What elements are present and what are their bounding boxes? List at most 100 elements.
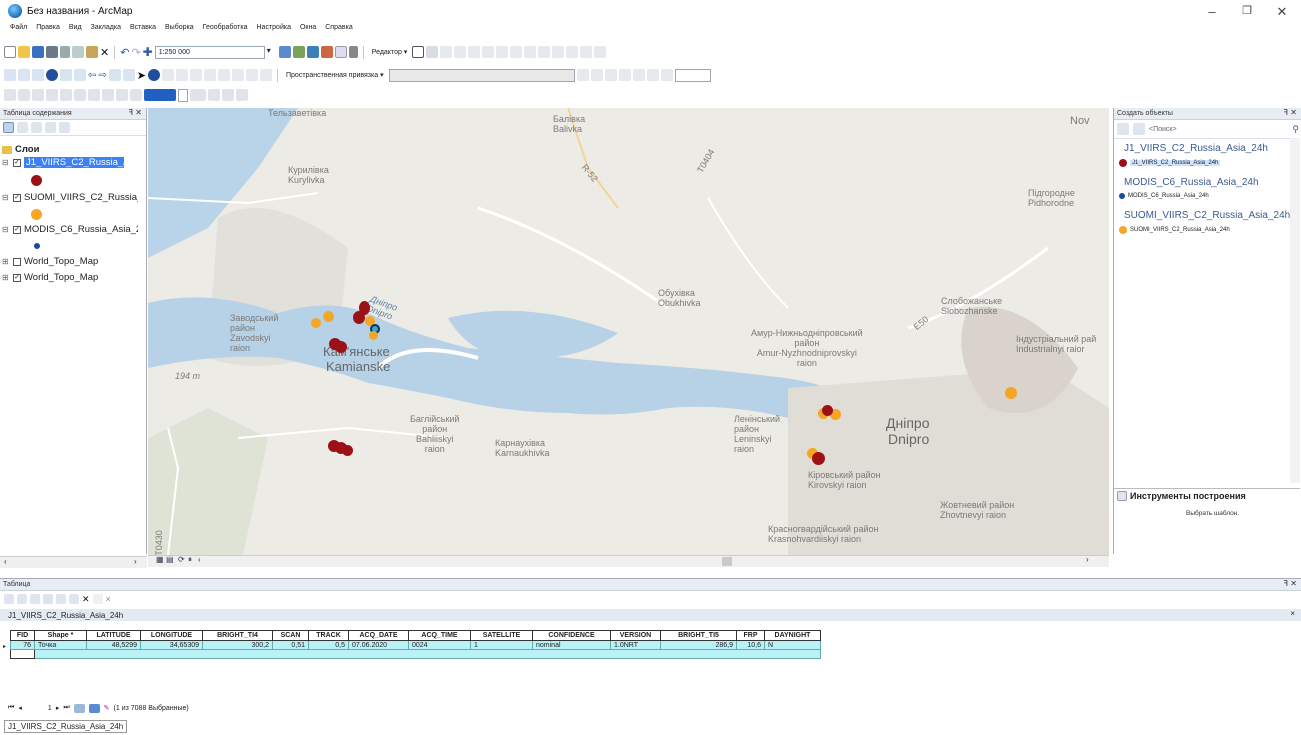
layer-name[interactable]: SUOMI_VIIRS_C2_Russia_Asia_24h [24, 192, 138, 203]
expand-icon[interactable]: ⊞ [2, 273, 10, 282]
column-header[interactable]: DAYNIGHT [764, 630, 821, 641]
table-cell[interactable]: 1 [470, 640, 533, 650]
viewer-window-icon[interactable] [260, 69, 272, 81]
toc-layer-j1-viirs[interactable]: ⊟ ✓ J1_VIIRS_C2_Russia_Asia_24h [2, 157, 124, 168]
straight-segment-icon[interactable] [440, 46, 453, 58]
menu-help[interactable]: Справка [325, 24, 352, 38]
fire-point-suomi[interactable] [369, 331, 378, 340]
related-tables-icon[interactable] [17, 594, 27, 604]
collapse-icon[interactable]: ⊟ [2, 225, 10, 234]
fill-color-icon[interactable] [144, 89, 176, 101]
rotate-icon[interactable] [552, 46, 565, 58]
minimize-button[interactable]: – [1202, 4, 1222, 19]
layer-name[interactable]: J1_VIIRS_C2_Russia_Asia_24h [24, 157, 124, 168]
snap-edge-icon[interactable] [618, 69, 631, 81]
attributes-icon[interactable] [566, 46, 579, 58]
menu-insert[interactable]: Вставка [130, 24, 156, 38]
trace-icon[interactable] [468, 46, 481, 58]
table-cell[interactable]: 0,5 [308, 640, 349, 650]
text-bold-icon[interactable] [208, 89, 220, 101]
text-color-icon[interactable] [236, 89, 248, 101]
split-icon[interactable] [538, 46, 551, 58]
find-icon[interactable] [204, 69, 216, 81]
list-by-drawing-order-icon[interactable] [3, 122, 14, 133]
chevron-down-icon[interactable]: ▾ [267, 46, 277, 59]
cut-icon[interactable] [60, 46, 70, 58]
find-route-icon[interactable] [218, 69, 230, 81]
snap-vertex-icon[interactable] [604, 69, 617, 81]
table-cell[interactable]: 48,5299 [86, 640, 141, 650]
snap-layer-icon[interactable] [646, 69, 659, 81]
column-header[interactable]: LONGITUDE [140, 630, 203, 641]
last-record-icon[interactable]: ⏭ [63, 704, 69, 712]
data-view-icon[interactable]: ▦ [156, 555, 164, 564]
delete-selected-icon[interactable]: ✕ [82, 594, 90, 605]
sketch-properties-icon[interactable] [580, 46, 593, 58]
attribute-table[interactable]: FID Shape * LATITUDE LONGITUDE BRIGHT_TI… [10, 630, 821, 659]
zoom-to-selected-icon[interactable] [69, 594, 79, 604]
fire-point-j1[interactable] [342, 445, 353, 456]
column-header[interactable]: Shape * [34, 630, 87, 641]
table-cell[interactable]: 1.0NRT [610, 640, 661, 650]
pin-close-icon[interactable]: ꟻ ✕ [1283, 108, 1297, 117]
pin-close-icon[interactable]: ꟻ ✕ [128, 108, 142, 117]
fire-point-suomi[interactable] [1005, 387, 1017, 399]
toc-layer-world-topo-2[interactable]: ⊞ ✓ World_Topo_Map [2, 272, 98, 283]
column-header[interactable]: SATELLITE [470, 630, 533, 641]
table-cell[interactable]: 0024 [408, 640, 471, 650]
menu-selection[interactable]: Выборка [165, 24, 194, 38]
table-cell[interactable]: 0,51 [272, 640, 309, 650]
select-features-icon[interactable] [108, 69, 121, 81]
edit-annotation-icon[interactable] [426, 46, 439, 58]
map-scale-combo[interactable]: 1:250 000 [154, 45, 265, 59]
table-cell[interactable]: 10,6 [736, 640, 765, 650]
goto-xy-icon[interactable] [232, 69, 244, 81]
table-row-empty[interactable] [10, 649, 821, 659]
table-cell[interactable]: N [764, 640, 821, 650]
table-row[interactable]: 76 Точка 48,5299 34,65309 300,2 0,51 0,5… [10, 640, 821, 650]
expand-icon[interactable]: ⊞ [2, 257, 10, 266]
select-by-attributes-icon[interactable] [30, 594, 40, 604]
point-icon[interactable] [482, 46, 495, 58]
search-window-icon[interactable] [320, 46, 333, 58]
editor-menu[interactable]: Редактор ▾ [369, 46, 411, 59]
identify-icon[interactable] [148, 69, 160, 81]
map-view[interactable]: Тельзаветівка Балівка Balivka Курилівка … [148, 108, 1109, 555]
maximize-button[interactable]: ❐ [1237, 4, 1257, 17]
copy-selected-icon[interactable] [92, 594, 103, 604]
column-header[interactable]: BRIGHT_TI4 [202, 630, 273, 641]
close-icon[interactable]: × [1290, 609, 1295, 618]
next-record-icon[interactable]: ▸ [56, 704, 60, 712]
fire-point-j1[interactable] [353, 311, 365, 324]
layout-forward-icon[interactable] [88, 89, 100, 101]
menu-file[interactable]: Файл [10, 24, 27, 38]
layout-tool-icon[interactable] [4, 89, 16, 101]
table-cell[interactable]: 286,9 [660, 640, 737, 650]
editor-toolbar-icon[interactable] [278, 46, 291, 58]
snap-point-icon[interactable] [576, 69, 589, 81]
fire-point-j1[interactable] [335, 341, 347, 353]
layer-name[interactable]: MODIS_C6_Russia_Asia_24h [24, 224, 138, 235]
show-selected-records-icon[interactable] [88, 703, 100, 713]
first-record-icon[interactable]: ⏮ [8, 704, 14, 712]
organize-templates-icon[interactable] [1117, 123, 1129, 135]
copy-icon[interactable] [72, 46, 84, 58]
edit-vertices-icon[interactable] [496, 46, 509, 58]
list-by-source-icon[interactable] [17, 122, 28, 133]
pin-close-icon[interactable]: ꟻ ✕ [1283, 579, 1297, 588]
column-header[interactable]: FID [10, 630, 35, 641]
layout-guides-icon[interactable] [116, 89, 128, 101]
column-header[interactable]: ACQ_DATE [348, 630, 409, 641]
column-header[interactable]: SCAN [272, 630, 309, 641]
fixed-zoom-out-icon[interactable] [74, 69, 86, 81]
paste-icon[interactable] [86, 46, 98, 58]
template-list-scrollbar[interactable] [1290, 138, 1300, 483]
layer-visibility-checkbox[interactable] [13, 257, 21, 266]
clear-selection-icon[interactable] [56, 594, 66, 604]
python-icon[interactable] [348, 46, 358, 58]
column-header[interactable]: ACQ_TIME [408, 630, 471, 641]
list-by-selection-icon[interactable] [45, 122, 56, 133]
toc-layer-suomi-viirs[interactable]: ⊟ ✓ SUOMI_VIIRS_C2_Russia_Asia_24h [2, 192, 138, 203]
scroll-thumb[interactable] [722, 557, 732, 566]
menu-edit[interactable]: Правка [36, 24, 60, 38]
